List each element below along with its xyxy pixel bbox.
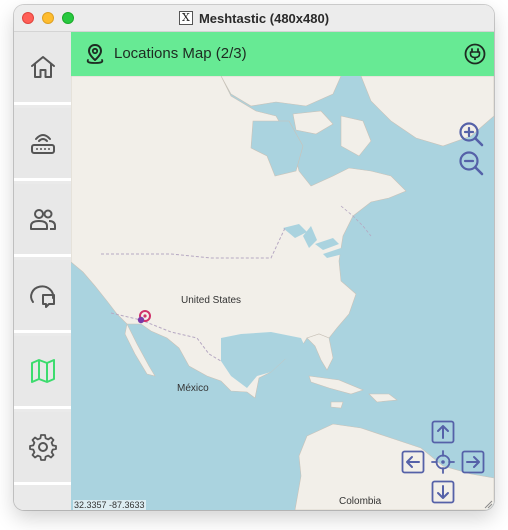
node-location-marker[interactable] [135,309,153,329]
pan-left-icon[interactable] [401,450,425,474]
map-icon [30,359,55,383]
window-title-group: X Meshtastic (480x480) [14,5,494,31]
plug-icon[interactable] [464,43,486,65]
pan-right-icon[interactable] [461,450,485,474]
resize-grip-icon[interactable] [483,499,493,509]
users-icon [29,209,56,230]
page-title: Locations Map (2/3) [114,45,247,62]
map-view[interactable]: United States México Colombia 32.3357 -8… [71,76,494,510]
title-bar: X Meshtastic (480x480) [14,5,494,32]
gear-icon [28,434,57,461]
nav-home[interactable] [14,32,71,105]
recenter-crosshair-icon[interactable] [431,450,455,474]
router-icon [30,134,55,154]
header-bar: Locations Map (2/3) [71,32,494,76]
map-label-colombia: Colombia [339,496,382,507]
cursor-coordinates: 32.3357 -87.3633 [73,500,146,510]
nav-messages[interactable] [14,260,71,333]
home-icon [30,56,55,78]
nav-nodes[interactable] [14,184,71,257]
nav-devices[interactable] [14,108,71,181]
nav-settings[interactable] [14,412,71,485]
x11-icon: X [178,11,193,25]
location-pin-icon [86,44,104,64]
chat-icon [29,285,55,308]
main-panel: Locations Map (2/3) United States México… [71,32,494,510]
app-window: X Meshtastic (480x480) Locations Map (2/… [14,5,494,510]
zoom-out-icon[interactable] [458,150,484,176]
pan-up-icon[interactable] [431,420,455,444]
map-tiles [71,76,494,510]
sidebar [14,32,71,510]
map-label-mexico: México [177,383,209,394]
window-title: Meshtastic (480x480) [198,10,330,26]
pan-down-icon[interactable] [431,480,455,504]
nav-map[interactable] [14,336,71,409]
zoom-in-icon[interactable] [458,121,484,147]
map-label-us: United States [181,295,242,306]
